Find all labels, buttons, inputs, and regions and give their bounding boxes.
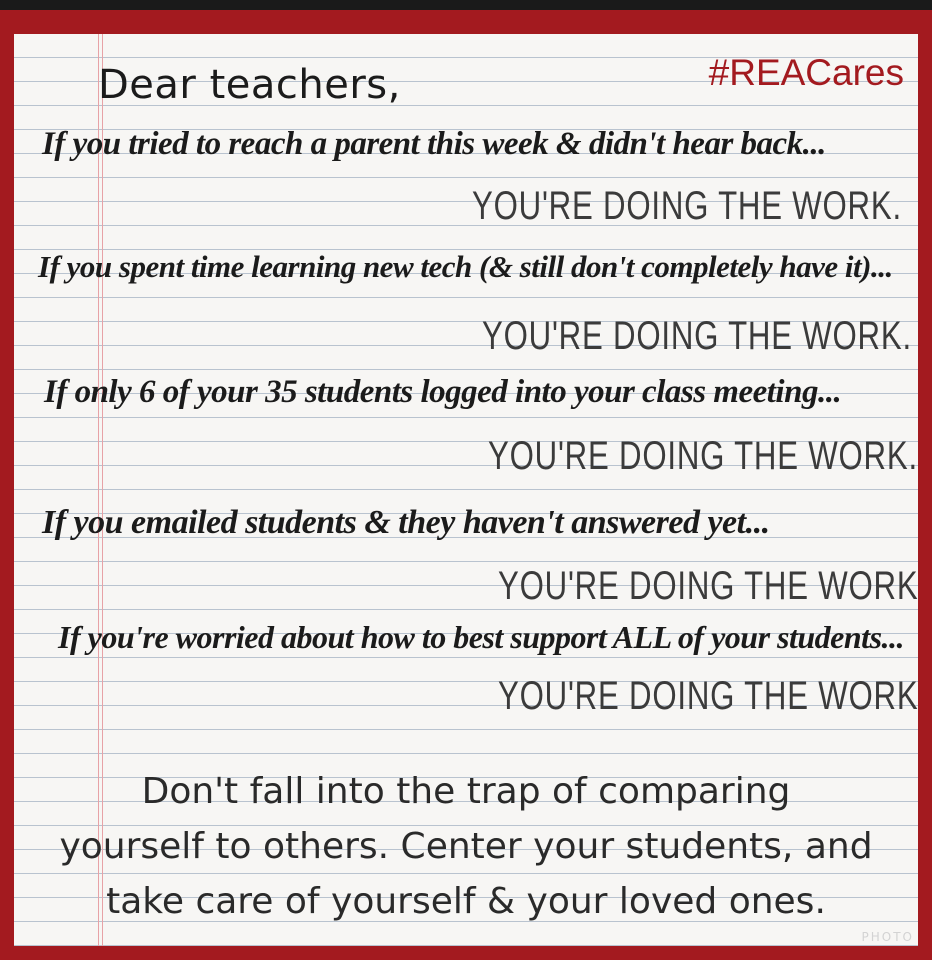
verse-work-line: YOU'RE DOING THE WORK. — [482, 314, 912, 358]
verse-work-line: YOU'RE DOING THE WORK. — [498, 564, 918, 608]
verse-if-line: If you emailed students & they haven't a… — [42, 504, 770, 541]
red-frame: Dear teachers, #REACares If you tried to… — [0, 10, 932, 960]
verse-work-line: YOU'RE DOING THE WORK. — [498, 674, 918, 718]
verse-if-line: If you spent time learning new tech (& s… — [38, 249, 893, 284]
verse-if-line: If you're worried about how to best supp… — [58, 619, 905, 655]
closing-line-1: Don't fall into the trap of comparing — [141, 771, 791, 812]
lined-paper: Dear teachers, #REACares If you tried to… — [14, 34, 918, 946]
verse-if-line: If only 6 of your 35 students logged int… — [44, 374, 842, 410]
hashtag-label: #REACares — [708, 52, 904, 93]
closing-message: Don't fall into the trap of comparing yo… — [14, 764, 918, 929]
verse-work-line: YOU'RE DOING THE WORK. — [472, 184, 902, 228]
watermark-logo: PHOTO — [861, 930, 914, 944]
closing-line-2: yourself to others. Center your students… — [59, 826, 873, 867]
greeting-heading: Dear teachers, — [98, 62, 401, 108]
verse-work-line: YOU'RE DOING THE WORK. — [488, 434, 918, 478]
closing-line-3: take care of yourself & your loved ones. — [106, 881, 826, 922]
verse-if-line: If you tried to reach a parent this week… — [42, 126, 826, 162]
